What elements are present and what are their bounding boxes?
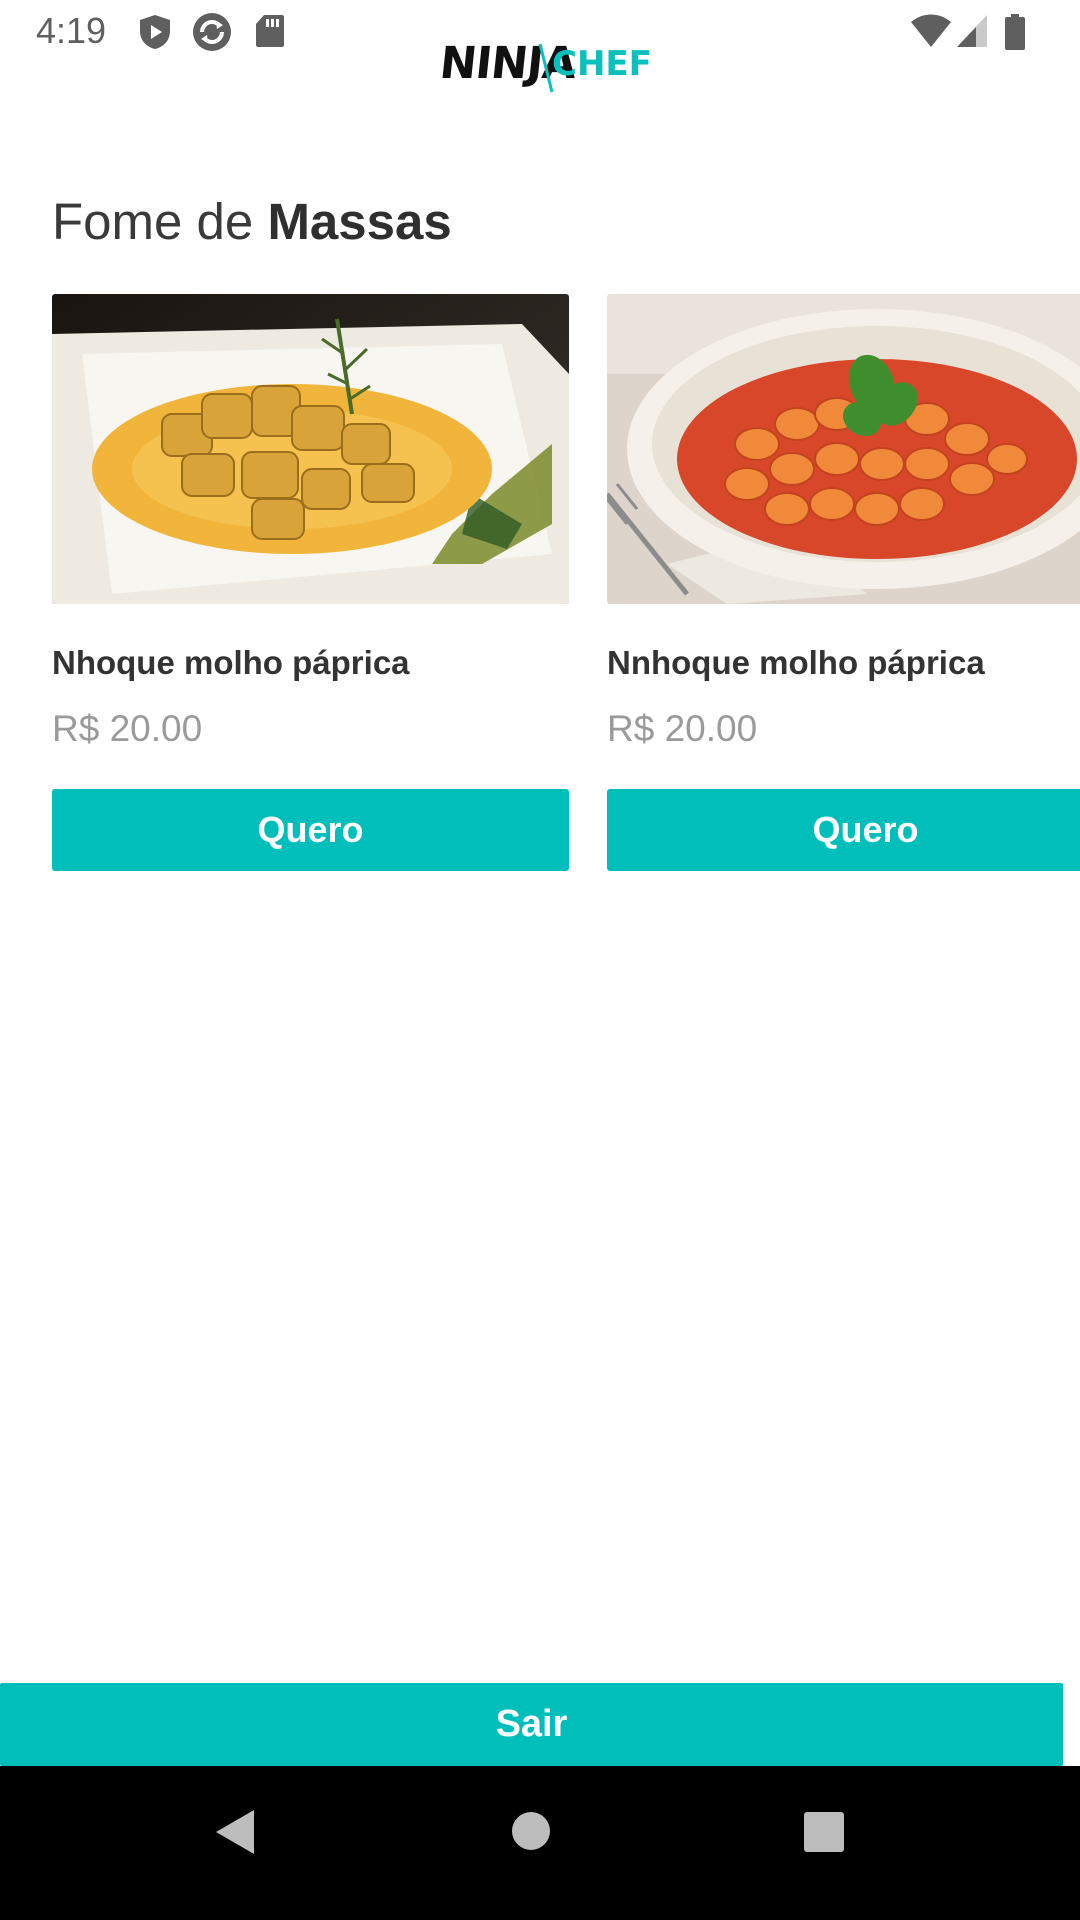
status-time: 4:19 <box>36 10 107 51</box>
gnocchi-paprika-photo <box>52 294 569 604</box>
product-card: Nnhoque molho páprica R$ 20.00 Quero <box>607 294 1080 871</box>
logo-chef-text: CHEF <box>552 44 652 84</box>
app-logo: NINJA CHEF <box>437 38 652 98</box>
system-nav-bar <box>0 1766 1080 1920</box>
product-image[interactable] <box>607 294 1080 604</box>
shield-icon <box>140 15 170 49</box>
page-title-category: Massas <box>267 193 452 250</box>
product-card: Nhoque molho páprica R$ 20.00 Quero <box>52 294 569 871</box>
product-price: R$ 20.00 <box>52 708 203 749</box>
sd-card-icon <box>256 15 284 47</box>
sync-icon <box>193 13 231 51</box>
signal-icon <box>957 15 987 47</box>
recents-icon[interactable] <box>804 1812 844 1852</box>
quero-button[interactable]: Quero <box>607 789 1080 871</box>
battery-icon <box>1005 14 1025 50</box>
home-icon[interactable] <box>512 1812 550 1850</box>
back-icon[interactable] <box>214 1808 256 1856</box>
product-name: Nnhoque molho páprica <box>607 644 985 681</box>
product-price: R$ 20.00 <box>607 708 758 749</box>
page-title: Fome de Massas <box>52 192 452 251</box>
product-name: Nhoque molho páprica <box>52 644 410 681</box>
page-title-prefix: Fome de <box>52 193 268 250</box>
sair-button[interactable]: Sair <box>0 1683 1063 1766</box>
product-image[interactable] <box>52 294 569 604</box>
wifi-icon <box>911 14 951 47</box>
gnocchi-tomato-photo <box>607 294 1080 604</box>
quero-button[interactable]: Quero <box>52 789 569 871</box>
